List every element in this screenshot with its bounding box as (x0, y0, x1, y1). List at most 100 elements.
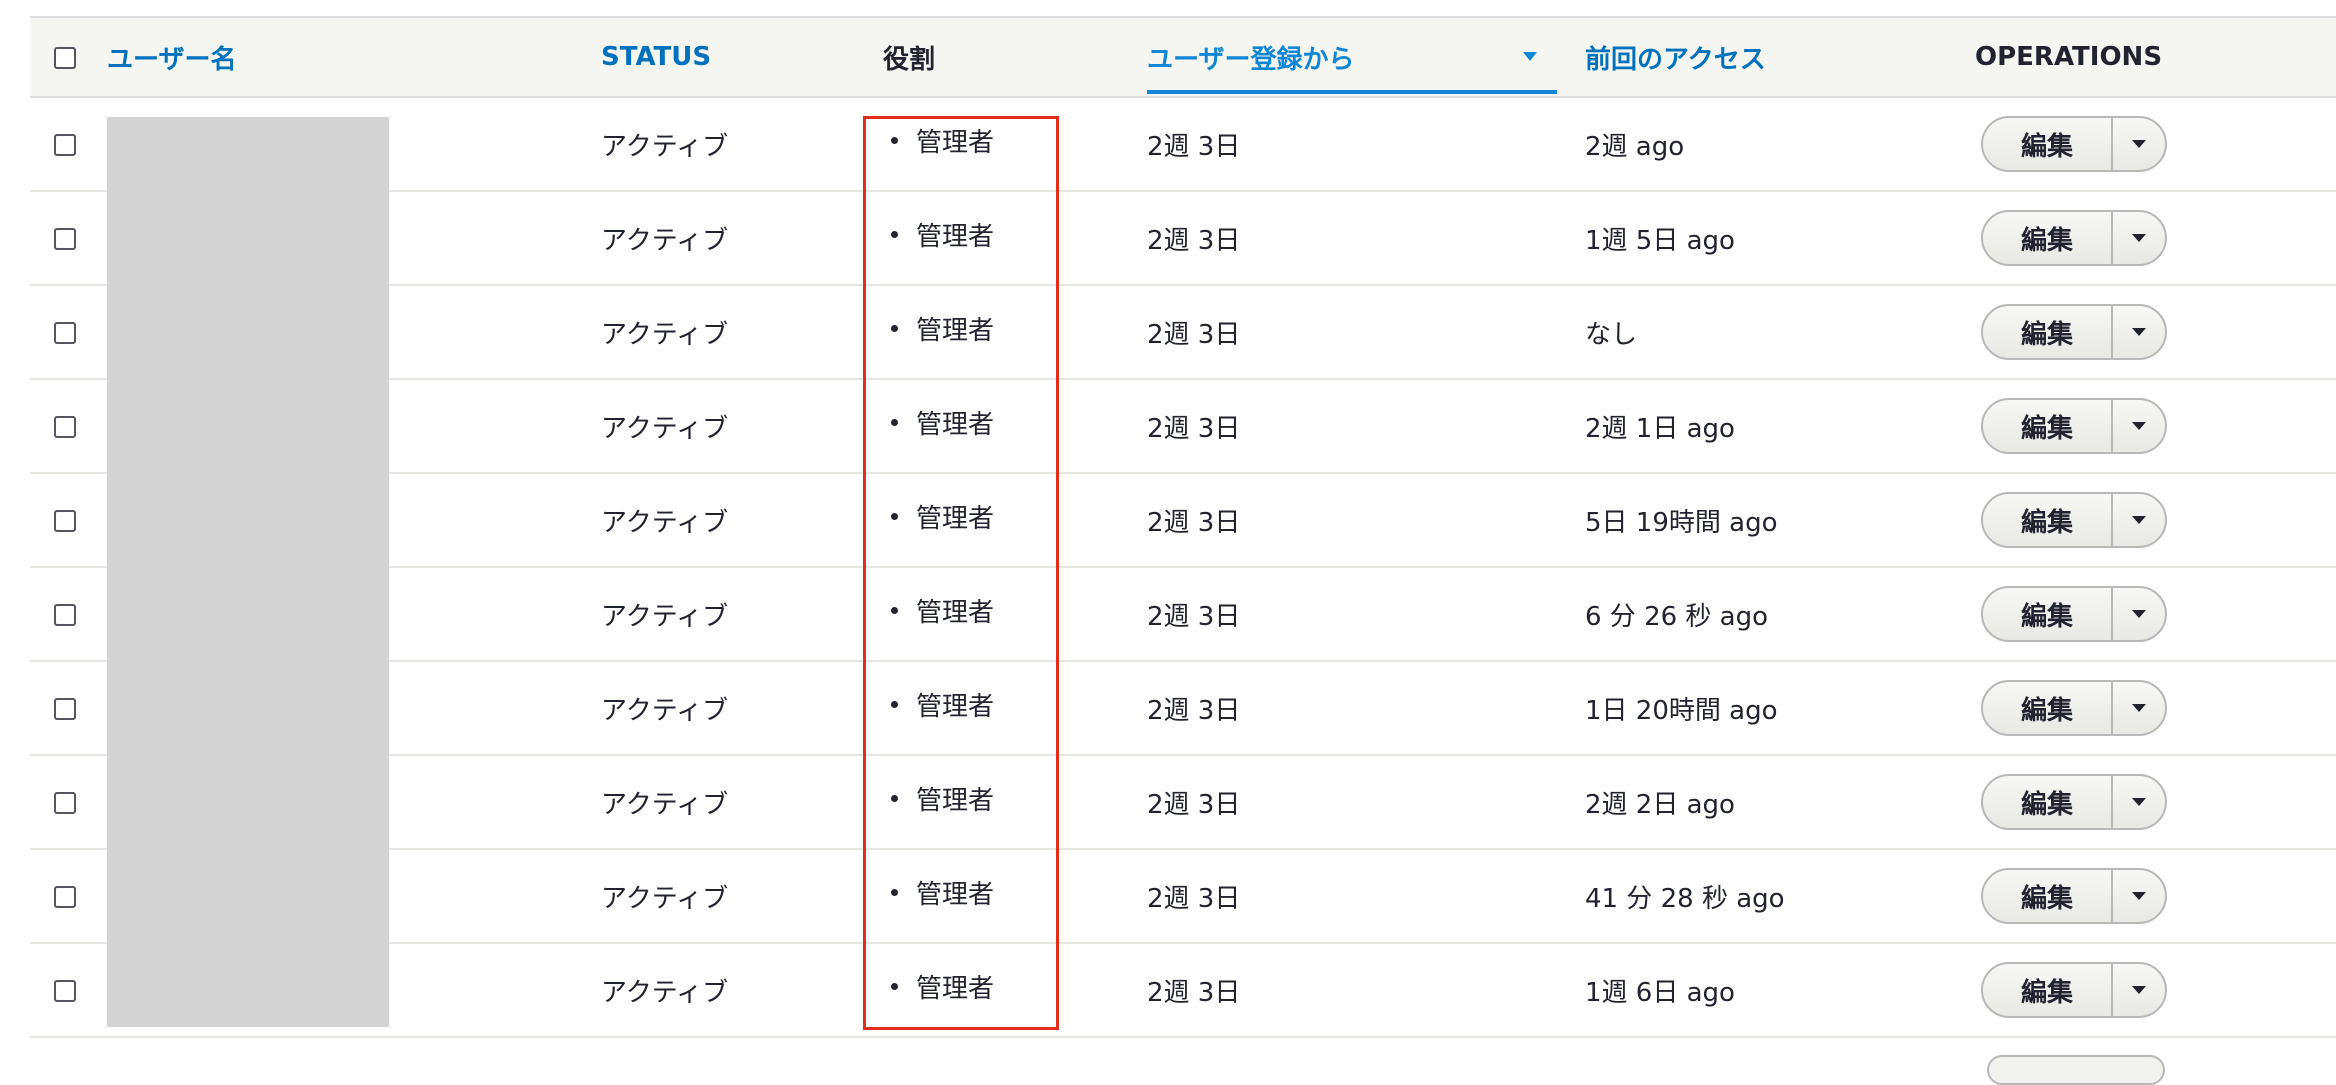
operations-toggle-button[interactable] (2111, 588, 2165, 640)
edit-button[interactable]: 編集 (1983, 776, 2111, 828)
last-access-cell: なし (1585, 319, 1638, 350)
chevron-down-icon (2132, 986, 2146, 994)
operations-toggle-button[interactable] (2111, 964, 2165, 1016)
row-checkbox[interactable] (54, 697, 76, 720)
operations-toggle-button[interactable] (2111, 870, 2165, 922)
operations-dropbutton: 編集 (1981, 304, 2167, 360)
row-checkbox[interactable] (54, 415, 76, 438)
header-username[interactable]: ユーザー名 (107, 16, 601, 98)
member-for-cell: 2週 3日 (1147, 225, 1241, 256)
operations-dropbutton: 編集 (1981, 586, 2167, 642)
status-cell: アクティブ (601, 225, 729, 256)
row-select-cell (30, 191, 107, 285)
chevron-down-icon (2132, 328, 2146, 336)
status-cell: アクティブ (601, 507, 729, 538)
header-roles: 役割 (883, 16, 1147, 98)
row-checkbox[interactable] (54, 509, 76, 532)
next-row-operations-button[interactable] (1987, 1055, 2165, 1085)
status-cell: アクティブ (601, 695, 729, 726)
header-roles-label: 役割 (883, 44, 936, 75)
operations-dropbutton: 編集 (1981, 774, 2167, 830)
operations-toggle-button[interactable] (2111, 494, 2165, 546)
operations-cell: 編集 (1975, 755, 2336, 849)
row-checkbox[interactable] (54, 791, 76, 814)
status-cell: アクティブ (601, 883, 729, 914)
operations-cell: 編集 (1975, 191, 2336, 285)
header-member-for-label: ユーザー登録から (1147, 44, 1355, 75)
last-access-cell: 2週 ago (1585, 131, 1685, 162)
row-checkbox[interactable] (54, 133, 76, 156)
header-row: ユーザー名 STATUS 役割 ユーザー登録から 前回のアクセス OPERATI… (30, 16, 2336, 98)
last-access-cell: 2週 2日 ago (1585, 789, 1735, 820)
status-cell: アクティブ (601, 131, 729, 162)
operations-dropbutton: 編集 (1981, 962, 2167, 1018)
operations-dropbutton: 編集 (1981, 868, 2167, 924)
chevron-down-icon (2132, 892, 2146, 900)
operations-dropbutton: 編集 (1981, 116, 2167, 172)
chevron-down-icon (2132, 234, 2146, 242)
chevron-down-icon (2132, 610, 2146, 618)
operations-cell: 編集 (1975, 97, 2336, 191)
member-for-cell: 2週 3日 (1147, 507, 1241, 538)
row-checkbox[interactable] (54, 979, 76, 1002)
chevron-down-icon (2132, 422, 2146, 430)
edit-button[interactable]: 編集 (1983, 306, 2111, 358)
edit-button[interactable]: 編集 (1983, 682, 2111, 734)
select-all-checkbox[interactable] (54, 46, 76, 69)
operations-cell: 編集 (1975, 285, 2336, 379)
row-select-cell (30, 379, 107, 473)
chevron-down-icon (2132, 704, 2146, 712)
operations-cell: 編集 (1975, 473, 2336, 567)
last-access-cell: 5日 19時間 ago (1585, 507, 1778, 538)
row-select-cell (30, 285, 107, 379)
operations-toggle-button[interactable] (2111, 682, 2165, 734)
edit-button[interactable]: 編集 (1983, 964, 2111, 1016)
status-cell: アクティブ (601, 413, 729, 444)
operations-dropbutton: 編集 (1981, 210, 2167, 266)
operations-dropbutton: 編集 (1981, 680, 2167, 736)
operations-dropbutton: 編集 (1981, 492, 2167, 548)
status-cell: アクティブ (601, 601, 729, 632)
edit-button[interactable]: 編集 (1983, 118, 2111, 170)
operations-toggle-button[interactable] (2111, 118, 2165, 170)
edit-button[interactable]: 編集 (1983, 870, 2111, 922)
edit-button[interactable]: 編集 (1983, 400, 2111, 452)
chevron-down-icon (2132, 516, 2146, 524)
row-checkbox[interactable] (54, 885, 76, 908)
operations-toggle-button[interactable] (2111, 212, 2165, 264)
row-select-cell (30, 755, 107, 849)
member-for-cell: 2週 3日 (1147, 601, 1241, 632)
chevron-down-icon (2132, 798, 2146, 806)
active-sort-underline (1147, 90, 1557, 94)
status-cell: アクティブ (601, 977, 729, 1008)
header-last-access[interactable]: 前回のアクセス (1585, 16, 1975, 98)
row-select-cell (30, 661, 107, 755)
last-access-cell: 2週 1日 ago (1585, 413, 1735, 444)
header-member-for[interactable]: ユーザー登録から (1147, 16, 1585, 98)
header-username-label: ユーザー名 (107, 44, 237, 75)
last-access-cell: 41 分 28 秒 ago (1585, 883, 1785, 914)
row-checkbox[interactable] (54, 603, 76, 626)
table-header: ユーザー名 STATUS 役割 ユーザー登録から 前回のアクセス OPERATI… (30, 16, 2336, 98)
operations-cell: 編集 (1975, 943, 2336, 1037)
member-for-cell: 2週 3日 (1147, 789, 1241, 820)
row-checkbox[interactable] (54, 321, 76, 344)
operations-dropbutton: 編集 (1981, 398, 2167, 454)
last-access-cell: 1週 6日 ago (1585, 977, 1735, 1008)
edit-button[interactable]: 編集 (1983, 212, 2111, 264)
row-select-cell (30, 849, 107, 943)
operations-toggle-button[interactable] (2111, 400, 2165, 452)
operations-cell: 編集 (1975, 661, 2336, 755)
member-for-cell: 2週 3日 (1147, 131, 1241, 162)
chevron-down-icon (2132, 140, 2146, 148)
operations-toggle-button[interactable] (2111, 776, 2165, 828)
row-checkbox[interactable] (54, 227, 76, 250)
header-status[interactable]: STATUS (601, 16, 883, 98)
member-for-cell: 2週 3日 (1147, 695, 1241, 726)
operations-toggle-button[interactable] (2111, 306, 2165, 358)
header-operations: OPERATIONS (1975, 16, 2336, 98)
edit-button[interactable]: 編集 (1983, 588, 2111, 640)
row-select-cell (30, 567, 107, 661)
edit-button[interactable]: 編集 (1983, 494, 2111, 546)
member-for-cell: 2週 3日 (1147, 319, 1241, 350)
